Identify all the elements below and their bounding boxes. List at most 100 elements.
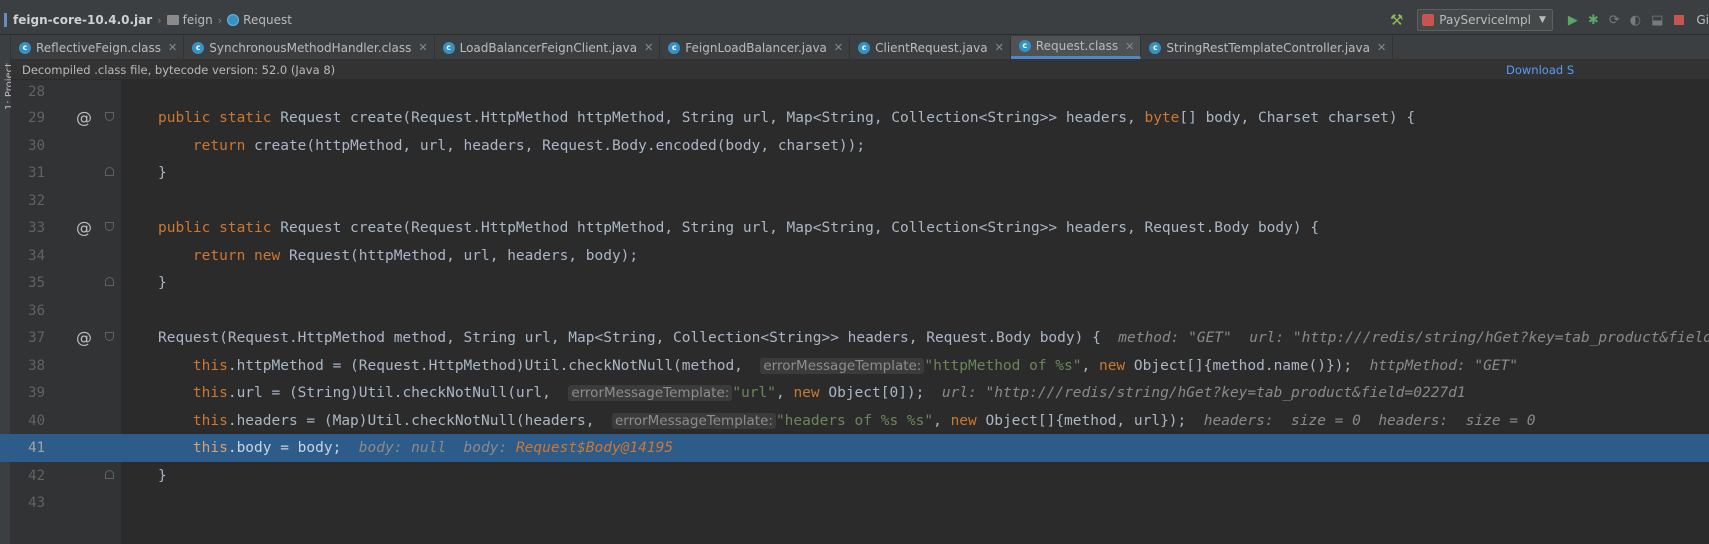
override-annotation-icon[interactable]: @ (76, 324, 92, 352)
code-line[interactable]: 29 @ public static Request create(Reques… (0, 104, 1709, 132)
code-line[interactable]: 36 (0, 297, 1709, 325)
class-file-icon: c (1149, 41, 1162, 54)
decompiled-notice: Decompiled .class file, bytecode version… (22, 63, 336, 77)
breadcrumb-package[interactable]: feign (166, 13, 213, 27)
line-number[interactable]: 31 (11, 159, 45, 187)
close-icon[interactable]: ✕ (168, 41, 177, 54)
code-text[interactable]: this.httpMethod = (Request.HttpMethod)Ut… (158, 352, 1518, 380)
override-annotation-icon[interactable]: @ (76, 214, 92, 242)
code-text[interactable]: this.url = (String)Util.checkNotNull(url… (158, 379, 1466, 407)
line-number[interactable]: 37 (11, 324, 45, 352)
decompiled-notice-bar: Decompiled .class file, bytecode version… (11, 60, 1709, 80)
tab-feignloadbalancer[interactable]: c FeignLoadBalancer.java ✕ (660, 36, 851, 59)
chevron-down-icon: ▼ (1538, 15, 1546, 25)
tab-clientrequest[interactable]: c ClientRequest.java ✕ (850, 36, 1011, 59)
tab-synchronousmethodhandler[interactable]: c SynchronousMethodHandler.class ✕ (184, 36, 435, 59)
run-configuration-select[interactable]: PayServiceImpl ▼ (1417, 9, 1553, 31)
fold-marker-icon[interactable] (105, 222, 114, 231)
override-annotation-icon[interactable]: @ (76, 104, 92, 132)
code-line[interactable]: 42 } (0, 462, 1709, 490)
debug-icon[interactable]: ✱ (1588, 13, 1599, 28)
run-icon[interactable]: ▶ (1568, 13, 1578, 28)
code-line[interactable]: 34 return new Request(httpMethod, url, h… (0, 242, 1709, 270)
fold-marker-icon[interactable] (105, 332, 114, 341)
code-line[interactable]: 38 this.httpMethod = (Request.HttpMethod… (0, 352, 1709, 380)
code-text[interactable]: } (158, 159, 167, 187)
git-label[interactable]: Gi (1696, 13, 1709, 27)
tab-reflectivefeign[interactable]: c ReflectiveFeign.class ✕ (11, 36, 185, 59)
class-file-icon: c (192, 41, 205, 54)
current-execution-line[interactable]: 41 this.body = body; body: null body: Re… (0, 434, 1709, 462)
folder-icon (166, 15, 179, 25)
close-icon[interactable]: ✕ (995, 41, 1004, 54)
coverage-icon[interactable]: ⟳ (1609, 13, 1620, 28)
jar-icon (4, 13, 7, 27)
class-file-icon: c (19, 41, 31, 54)
line-number[interactable]: 32 (11, 187, 45, 215)
breadcrumb-jar[interactable]: feign-core-10.4.0.jar (4, 13, 152, 27)
close-icon[interactable]: ✕ (418, 41, 427, 54)
editor-tabs: c ReflectiveFeign.class ✕ c SynchronousM… (11, 35, 1709, 60)
code-line[interactable]: 30 return create(httpMethod, url, header… (0, 132, 1709, 160)
fold-marker-icon[interactable] (105, 167, 114, 176)
line-number[interactable]: 28 (11, 78, 45, 106)
code-line[interactable]: 43 (0, 489, 1709, 517)
close-icon[interactable]: ✕ (1125, 40, 1134, 53)
debug-inline-value: headers: size = 0 headers: size = 0 (1203, 413, 1536, 429)
code-text[interactable]: public static Request create(Request.Htt… (158, 214, 1319, 242)
code-text[interactable]: Request(Request.HttpMethod method, Strin… (158, 324, 1709, 352)
fold-marker-icon[interactable] (105, 112, 114, 121)
code-text[interactable]: } (158, 462, 167, 490)
build-hammer-icon[interactable]: ⚒ (1390, 11, 1403, 29)
line-number[interactable]: 40 (11, 407, 45, 435)
code-text[interactable]: } (158, 269, 167, 297)
code-text[interactable]: this.body = body; body: null body: Reque… (158, 434, 673, 462)
attach-icon[interactable]: ⬓ (1651, 13, 1663, 28)
code-text[interactable]: public static Request create(Request.Htt… (158, 104, 1415, 132)
line-number[interactable]: 35 (11, 269, 45, 297)
tab-stringresttemplatecontroller[interactable]: c StringRestTemplateController.java ✕ (1141, 36, 1394, 59)
profile-icon[interactable]: ◐ (1630, 13, 1641, 28)
code-line[interactable]: 40 this.headers = (Map)Util.checkNotNull… (0, 407, 1709, 435)
line-number[interactable]: 39 (11, 379, 45, 407)
code-line[interactable]: 33 @ public static Request create(Reques… (0, 214, 1709, 242)
line-number[interactable]: 43 (11, 489, 45, 517)
debug-inline-value: Request$Body@14195 (515, 440, 674, 456)
debug-inline-value: method: "GET" url: "http:///redis/string… (1118, 330, 1709, 346)
code-text[interactable]: return create(httpMethod, url, headers, … (158, 132, 865, 160)
code-line[interactable]: 32 (0, 187, 1709, 215)
line-number[interactable]: 30 (11, 132, 45, 160)
breadcrumb-separator: › (217, 13, 223, 27)
code-line[interactable]: 28 (0, 78, 1709, 106)
code-line[interactable]: 35 } (0, 269, 1709, 297)
download-sources-link[interactable]: Download S (1506, 63, 1574, 77)
line-number[interactable]: 36 (11, 297, 45, 325)
tab-request[interactable]: c Request.class ✕ (1010, 36, 1142, 59)
line-number[interactable]: 42 (11, 462, 45, 490)
breadcrumb-separator: › (157, 13, 162, 27)
breadcrumb-class[interactable]: Request (227, 13, 292, 27)
code-line[interactable]: 39 this.url = (String)Util.checkNotNull(… (0, 379, 1709, 407)
close-icon[interactable]: ✕ (644, 41, 653, 54)
tab-loadbalancerfeignclient[interactable]: c LoadBalancerFeignClient.java ✕ (435, 36, 661, 59)
line-number[interactable]: 33 (11, 214, 45, 242)
class-icon (227, 14, 240, 26)
code-text[interactable]: return new Request(httpMethod, url, head… (158, 242, 638, 270)
close-icon[interactable]: ✕ (1377, 41, 1386, 54)
debug-inline-value: httpMethod: "GET" (1369, 358, 1518, 374)
fold-marker-icon[interactable] (105, 277, 114, 286)
line-number[interactable]: 41 (11, 434, 45, 462)
line-number[interactable]: 34 (11, 242, 45, 270)
code-line[interactable]: 31 } (0, 159, 1709, 187)
code-line[interactable]: 37 @ Request(Request.HttpMethod method, … (0, 324, 1709, 352)
close-icon[interactable]: ✕ (834, 41, 843, 54)
line-number[interactable]: 38 (11, 352, 45, 380)
class-file-icon: c (858, 41, 871, 54)
code-text[interactable]: this.headers = (Map)Util.checkNotNull(he… (158, 407, 1535, 435)
navigation-bar: feign-core-10.4.0.jar › feign › Request … (0, 6, 1709, 35)
parameter-hint: errorMessageTemplate: (760, 358, 925, 374)
stop-icon[interactable] (1674, 15, 1685, 25)
parameter-hint: errorMessageTemplate: (611, 413, 776, 429)
line-number[interactable]: 29 (11, 104, 45, 132)
fold-marker-icon[interactable] (105, 470, 114, 479)
